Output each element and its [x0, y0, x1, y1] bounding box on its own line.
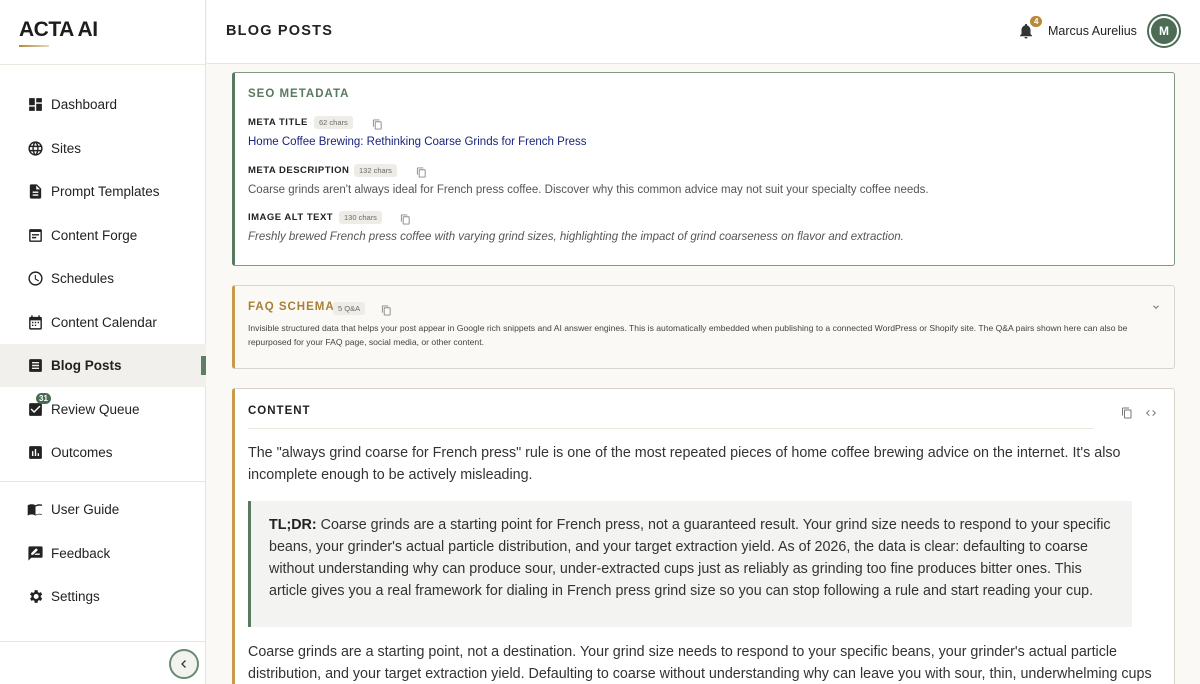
sidebar-item-label: Schedules [51, 271, 115, 286]
active-indicator [201, 356, 206, 375]
sidebar-item-label: Sites [51, 141, 82, 156]
faq-heading: FAQ SCHEMA [248, 301, 335, 313]
sidebar-divider [0, 641, 206, 642]
view-source-button[interactable] [1145, 406, 1157, 418]
review-count-badge: 31 [36, 393, 51, 404]
content-card: CONTENT The "always grind coarse for Fre… [232, 388, 1175, 684]
copy-faq-button[interactable] [381, 303, 392, 316]
notification-count-badge: 4 [1030, 16, 1043, 27]
chevron-down-icon[interactable] [1151, 302, 1161, 312]
faq-schema-card[interactable]: FAQ SCHEMA 5 Q&A Invisible structured da… [232, 285, 1175, 369]
forge-icon [26, 227, 44, 245]
page-title: BLOG POSTS [226, 23, 334, 39]
sidebar: ACTA AI Dashboard Sites Prompt Templates… [0, 0, 206, 684]
sidebar-item-blog-posts[interactable]: Blog Posts [0, 344, 206, 387]
meta-description-label: META DESCRIPTION [248, 165, 350, 176]
meta-title-char-count: 62 chars [314, 116, 353, 129]
tldr-text: Coarse grinds are a starting point for F… [269, 517, 1111, 599]
copy-icon [1122, 407, 1132, 419]
copy-content-button[interactable] [1121, 406, 1133, 419]
faq-description: Invisible structured data that helps you… [248, 323, 1128, 347]
content-heading: CONTENT [248, 405, 311, 417]
tldr-label: TL;DR: [269, 517, 317, 533]
collapse-sidebar-button[interactable] [169, 649, 199, 679]
copy-meta-title-button[interactable] [372, 117, 383, 130]
sidebar-item-label: Content Calendar [51, 315, 157, 330]
copy-icon [416, 167, 426, 178]
sidebar-item-label: Dashboard [51, 97, 118, 112]
meta-description-value: Coarse grinds aren't always ideal for Fr… [248, 184, 929, 196]
copy-icon [381, 305, 391, 316]
image-alt-char-count: 130 chars [339, 211, 382, 224]
faq-count-badge: 5 Q&A [333, 302, 366, 315]
book-icon [26, 501, 44, 519]
sidebar-item-label: Outcomes [51, 445, 113, 460]
seo-heading: SEO METADATA [248, 88, 350, 100]
sidebar-item-review-queue[interactable]: Review Queue 31 [0, 388, 206, 431]
copy-icon [400, 214, 410, 225]
calendar-icon [26, 314, 44, 332]
sidebar-item-settings[interactable]: Settings [0, 575, 206, 618]
copy-icon [372, 119, 382, 130]
meta-title-label: META TITLE [248, 117, 308, 128]
sidebar-item-sites[interactable]: Sites [0, 127, 206, 170]
meta-title-value[interactable]: Home Coffee Brewing: Rethinking Coarse G… [248, 136, 587, 148]
sidebar-item-label: Review Queue [51, 402, 140, 417]
gear-icon [26, 588, 44, 606]
sidebar-item-label: Feedback [51, 546, 111, 561]
document-icon [26, 183, 44, 201]
copy-meta-description-button[interactable] [416, 165, 427, 178]
user-name[interactable]: Marcus Aurelius [1048, 24, 1137, 38]
tldr-callout: TL;DR: Coarse grinds are a starting poin… [248, 501, 1132, 627]
clock-icon [26, 270, 44, 288]
meta-description-char-count: 132 chars [354, 164, 397, 177]
sidebar-item-schedules[interactable]: Schedules [0, 257, 206, 300]
feedback-icon [26, 545, 44, 563]
sidebar-item-prompt-templates[interactable]: Prompt Templates [0, 170, 206, 213]
app-logo[interactable]: ACTA AI [19, 18, 98, 42]
globe-icon [26, 140, 44, 158]
sidebar-item-user-guide[interactable]: User Guide [0, 488, 206, 531]
sidebar-item-label: Blog Posts [51, 358, 122, 373]
image-alt-label: IMAGE ALT TEXT [248, 212, 334, 223]
sidebar-item-label: Prompt Templates [51, 184, 160, 199]
content-intro-paragraph: The "always grind coarse for French pres… [248, 445, 1121, 483]
sidebar-item-label: User Guide [51, 502, 120, 517]
top-header: BLOG POSTS 4 Marcus Aurelius M [207, 0, 1200, 64]
sidebar-item-feedback[interactable]: Feedback [0, 532, 206, 575]
seo-metadata-card: SEO METADATA META TITLE 62 chars Home Co… [232, 72, 1175, 266]
sidebar-item-label: Settings [51, 589, 100, 604]
sidebar-item-label: Content Forge [51, 228, 138, 243]
content-body-paragraph: Coarse grinds are a starting point, not … [248, 644, 1152, 682]
article-icon [26, 357, 44, 375]
sidebar-item-content-calendar[interactable]: Content Calendar [0, 301, 206, 344]
code-icon [1146, 410, 1156, 416]
chart-icon [26, 444, 44, 462]
sidebar-divider [0, 64, 206, 65]
chevron-left-icon [181, 660, 186, 668]
sidebar-divider [0, 481, 206, 482]
dashboard-icon [26, 96, 44, 114]
logo-underline [19, 45, 49, 47]
sidebar-item-content-forge[interactable]: Content Forge [0, 214, 206, 257]
content-divider [248, 428, 1094, 429]
image-alt-value: Freshly brewed French press coffee with … [248, 231, 904, 243]
avatar[interactable]: M [1147, 14, 1181, 48]
avatar-initial: M [1151, 18, 1177, 44]
sidebar-item-outcomes[interactable]: Outcomes [0, 431, 206, 474]
copy-image-alt-button[interactable] [400, 212, 411, 225]
sidebar-item-dashboard[interactable]: Dashboard [0, 83, 206, 126]
